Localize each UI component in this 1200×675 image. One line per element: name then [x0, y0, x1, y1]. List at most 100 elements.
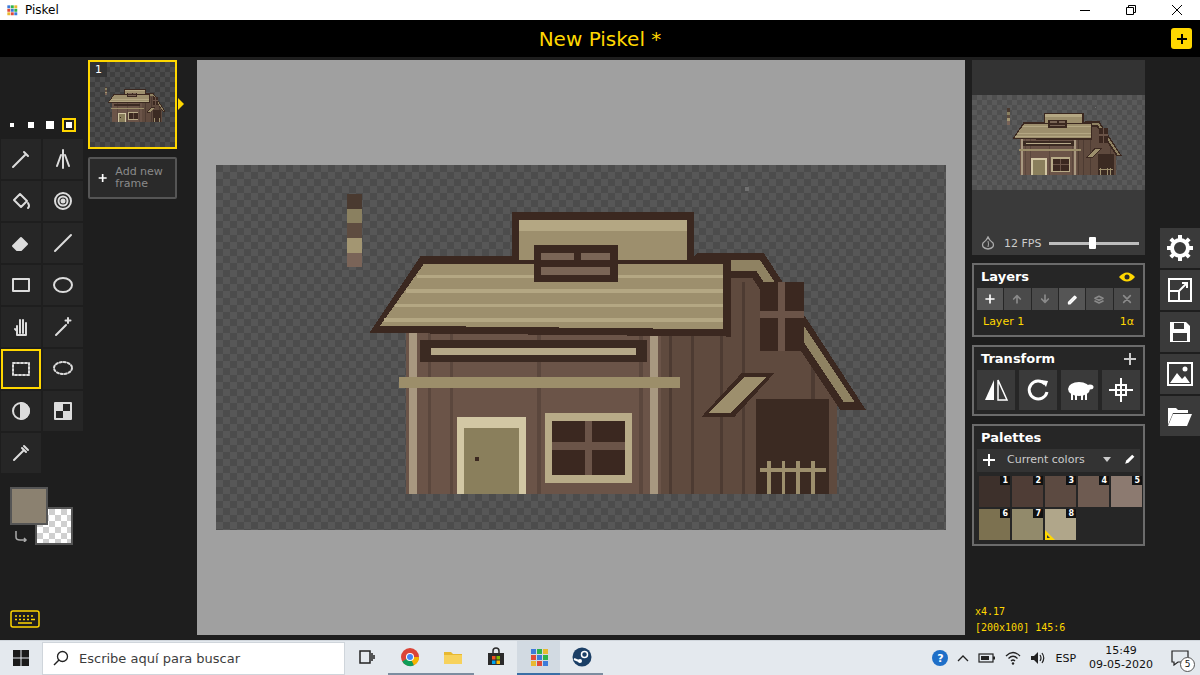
tool-button[interactable]: [1, 391, 41, 431]
taskbar-app[interactable]: [431, 641, 474, 675]
palette-swatch[interactable]: 1: [979, 476, 1010, 507]
folder-icon: [1167, 405, 1193, 427]
steam-icon: [570, 645, 594, 669]
pen-size-picker: [0, 118, 85, 132]
restore-button[interactable]: [1108, 0, 1154, 20]
chrome-icon: [398, 645, 422, 669]
save-button[interactable]: [1160, 312, 1200, 352]
chevron-up-icon[interactable]: [957, 654, 969, 662]
palette-swatches: 1 234 5 678: [977, 472, 1140, 540]
palette-swatch[interactable]: 4: [1078, 476, 1109, 507]
palette-swatch[interactable]: 8: [1045, 509, 1076, 540]
tool-button[interactable]: [1, 433, 41, 473]
palette-swatch[interactable]: 2: [1012, 476, 1043, 507]
tool-button[interactable]: [43, 265, 83, 305]
palette-swatch[interactable]: 6: [979, 509, 1010, 540]
layer-opacity: 1α: [1120, 315, 1134, 328]
dither-icon: [51, 399, 75, 423]
tool-button[interactable]: [1, 139, 41, 179]
tool-button[interactable]: [1, 265, 41, 305]
frame-thumbnail[interactable]: 1: [88, 60, 177, 149]
pen-size-option[interactable]: [24, 118, 38, 132]
pen-size-option[interactable]: [5, 118, 19, 132]
onion-skin-icon[interactable]: [980, 236, 996, 250]
settings-button[interactable]: [1160, 228, 1200, 268]
export-button[interactable]: [1160, 354, 1200, 394]
fps-slider[interactable]: [1049, 237, 1139, 249]
fps-slider-handle[interactable]: [1089, 237, 1096, 249]
tool-button[interactable]: [43, 181, 83, 221]
tool-button[interactable]: [43, 391, 83, 431]
taskbar: Escribe aquí para buscar? ESP 15:4909-05-2…: [0, 640, 1200, 675]
windows-logo-icon: [13, 650, 29, 666]
pen-size-option[interactable]: [43, 118, 57, 132]
input-language[interactable]: ESP: [1055, 652, 1076, 665]
clone-button[interactable]: [1061, 370, 1099, 410]
flip-button[interactable]: [977, 370, 1015, 410]
cursor-info: [200x100] 145:6: [975, 620, 1150, 636]
shortcuts-button[interactable]: [0, 610, 85, 632]
restore-icon: [1126, 5, 1136, 15]
fps-label: 12 FPS: [1004, 237, 1041, 250]
start-button[interactable]: [0, 641, 42, 675]
new-sprite-button[interactable]: [1171, 28, 1192, 49]
swatch-number: 2: [1033, 476, 1043, 485]
eye-icon[interactable]: [1118, 271, 1136, 283]
import-button[interactable]: [1160, 396, 1200, 436]
primary-color[interactable]: [10, 487, 48, 525]
palette-dropdown[interactable]: Current colors: [1003, 451, 1115, 468]
taskbar-app[interactable]: [345, 641, 388, 675]
transform-title: Transform: [981, 351, 1055, 366]
layer-action-button[interactable]: [977, 288, 1003, 310]
search-box[interactable]: Escribe aquí para buscar: [42, 642, 345, 675]
pencil-icon[interactable]: [1123, 453, 1136, 466]
layer-action-button: [1114, 288, 1140, 310]
taskbar-app[interactable]: [560, 641, 603, 675]
help-icon[interactable]: ?: [932, 650, 948, 666]
tool-button[interactable]: [1, 181, 41, 221]
tool-button[interactable]: [43, 307, 83, 347]
keyboard-icon: [10, 610, 40, 628]
palette-name: Current colors: [1007, 453, 1085, 466]
layer-item[interactable]: Layer 11α: [977, 310, 1140, 331]
tools-panel: [0, 57, 85, 640]
tool-button[interactable]: [1, 307, 41, 347]
palette-swatch[interactable]: 7: [1012, 509, 1043, 540]
tool-button[interactable]: [43, 349, 83, 389]
resize-button[interactable]: [1160, 270, 1200, 310]
swap-colors-icon[interactable]: [14, 530, 28, 542]
battery-icon[interactable]: [978, 651, 996, 665]
wifi-icon[interactable]: [1005, 651, 1021, 665]
taskbar-app[interactable]: [474, 641, 517, 675]
drawing-canvas[interactable]: [216, 165, 946, 530]
tool-button[interactable]: [1, 223, 41, 263]
paint-same-icon: [51, 189, 75, 213]
tool-button[interactable]: [43, 223, 83, 263]
plus-icon[interactable]: [1124, 353, 1136, 365]
clock[interactable]: 15:4909-05-2020: [1085, 644, 1157, 672]
pen-size-option[interactable]: [62, 118, 76, 132]
add-frame-button[interactable]: Add new frame: [88, 157, 177, 199]
zoom-level: x4.17: [975, 604, 1150, 620]
layer-action-button[interactable]: [1059, 288, 1085, 310]
palettes-panel: PalettesCurrent colors12345678: [972, 424, 1145, 546]
sprite-title[interactable]: New Piskel *: [539, 27, 662, 51]
close-button[interactable]: [1154, 0, 1200, 20]
palette-swatch[interactable]: 3: [1045, 476, 1076, 507]
rotate-button[interactable]: [1019, 370, 1057, 410]
center-button[interactable]: [1102, 370, 1140, 410]
tool-grid: [0, 138, 85, 474]
color-picker-icon: [9, 441, 33, 465]
tool-button[interactable]: [1, 349, 41, 389]
canvas-area: [197, 60, 965, 635]
volume-icon[interactable]: [1030, 651, 1046, 665]
notifications-button[interactable]: 5: [1166, 646, 1194, 670]
taskbar-app[interactable]: [388, 641, 431, 675]
minimize-button[interactable]: [1062, 0, 1108, 20]
plus-icon[interactable]: [983, 454, 995, 466]
tool-button[interactable]: [43, 139, 83, 179]
swatch-number: 5: [1132, 476, 1142, 485]
layer-action-button: [1032, 288, 1058, 310]
palette-swatch[interactable]: 5: [1111, 476, 1142, 507]
taskbar-app[interactable]: [517, 641, 560, 675]
